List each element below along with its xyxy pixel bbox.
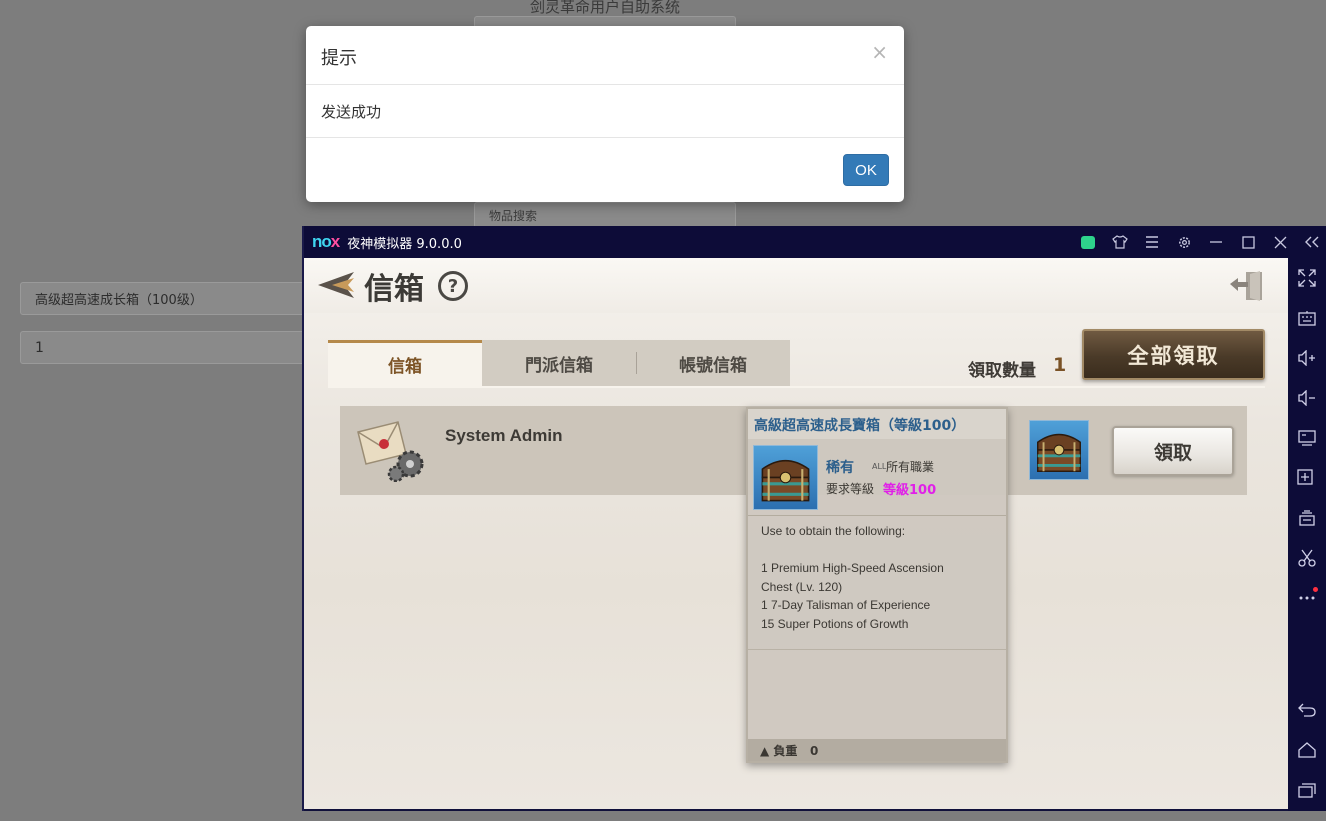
tooltip-desc-line: 1 Premium High-Speed Ascension — [761, 561, 944, 575]
alert-modal: 提示 × 发送成功 OK — [306, 26, 904, 202]
emulator-titlebar: nox 夜神模拟器 9.0.0.0 — [304, 226, 1326, 258]
collapse-sidebar-icon[interactable] — [1296, 226, 1326, 258]
tooltip-item-name: 高級超高速成長寶箱（等級100） — [754, 418, 966, 434]
claim-all-button[interactable]: 全部領取 — [1082, 329, 1265, 380]
tooltip-weight: ▲ 負重 0 — [760, 742, 818, 759]
tooltip-req-label: 要求等級 — [826, 482, 875, 496]
exit-icon[interactable] — [1228, 270, 1264, 302]
modal-title: 提示 — [321, 48, 357, 69]
mailbox-title: 信箱 — [364, 272, 424, 307]
tab-mailbox[interactable]: 信箱 — [328, 340, 482, 386]
apk-install-icon[interactable] — [1288, 464, 1326, 492]
tooltip-desc-line: Use to obtain the following: — [761, 524, 906, 538]
recent-apps-icon[interactable] — [1288, 776, 1326, 804]
skin-icon[interactable] — [1104, 226, 1136, 258]
page-title: 剑灵革命用户自助系统 — [529, 0, 680, 16]
tab-underline — [328, 386, 1265, 388]
maximize-icon[interactable] — [1232, 226, 1264, 258]
modal-header: 提示 × — [306, 26, 904, 85]
nox-logo: nox — [312, 232, 340, 251]
tooltip-desc-line: 1 7-Day Talisman of Experience — [761, 598, 931, 612]
emulator-sidebar — [1288, 258, 1326, 811]
app-store-icon[interactable] — [1072, 226, 1104, 258]
help-icon[interactable]: ? — [438, 271, 468, 301]
mail-envelope-gear-icon — [357, 421, 424, 482]
tooltip-rarity: 稀有 — [826, 460, 854, 476]
emulator-window: nox 夜神模拟器 9.0.0.0 信箱 ? 信箱 門派信箱 帳號信箱 領取數量… — [302, 226, 1326, 811]
minimize-icon[interactable] — [1200, 226, 1232, 258]
tooltip-desc-line — [761, 541, 997, 560]
mailbox-header: 信箱 ? — [304, 258, 1288, 313]
mail-sender: System Admin — [445, 426, 563, 445]
weight-value: 0 — [809, 744, 819, 758]
keyboard-icon[interactable] — [1288, 304, 1326, 332]
tooltip-divider — [748, 515, 1006, 516]
tooltip-desc-line: Chest (Lv. 120) — [761, 579, 843, 594]
claim-button[interactable]: 領取 — [1112, 426, 1234, 476]
tooltip-desc-line: 15 Super Potions of Growth — [761, 616, 909, 631]
volume-up-icon[interactable] — [1288, 344, 1326, 372]
mail-tabs: 信箱 門派信箱 帳號信箱 領取數量 1 全部領取 — [328, 329, 1265, 386]
back-icon[interactable] — [1288, 696, 1326, 724]
close-window-icon[interactable] — [1264, 226, 1296, 258]
claim-count-value: 1 — [1053, 354, 1067, 376]
modal-message: 发送成功 — [306, 85, 904, 138]
tab-divider — [636, 352, 637, 374]
emulator-title: 夜神模拟器 9.0.0.0 — [347, 236, 462, 252]
modal-footer: OK — [306, 138, 904, 202]
item-select[interactable]: 高级超高速成长箱（100级） — [20, 282, 320, 315]
menu-icon[interactable] — [1136, 226, 1168, 258]
item-tooltip: 高級超高速成長寶箱（等級100） 稀有 ALL 所有職業 要求等級 等級100 … — [746, 407, 1008, 763]
multi-instance-icon[interactable] — [1288, 504, 1326, 532]
fullscreen-icon[interactable] — [1288, 264, 1326, 292]
quantity-input[interactable]: 1 — [20, 331, 320, 364]
tooltip-footer: ▲ 負重 0 — [748, 739, 1006, 761]
item-search-input[interactable]: 物品搜索 — [474, 202, 736, 228]
ok-button[interactable]: OK — [843, 154, 889, 186]
close-icon[interactable]: × — [871, 40, 888, 64]
claim-count-label: 領取數量 — [968, 361, 1036, 381]
game-screen: 信箱 ? 信箱 門派信箱 帳號信箱 領取數量 1 全部領取 System Adm… — [304, 258, 1288, 809]
tooltip-chest-icon — [753, 445, 818, 510]
weight-label: 負重 — [773, 744, 798, 758]
tooltip-description: Use to obtain the following: 1 Premium H… — [761, 522, 997, 633]
volume-down-icon[interactable] — [1288, 384, 1326, 412]
notification-dot — [1313, 587, 1318, 592]
back-arrow-icon[interactable] — [314, 270, 356, 300]
tab-account-mailbox[interactable]: 帳號信箱 — [636, 340, 790, 386]
tooltip-divider — [748, 649, 1006, 650]
more-icon[interactable] — [1288, 584, 1326, 612]
scissors-icon[interactable] — [1288, 544, 1326, 572]
tooltip-header: 高級超高速成長寶箱（等級100） — [748, 409, 1006, 439]
tooltip-all-tag: ALL — [872, 462, 887, 471]
weight-icon: ▲ — [760, 744, 770, 758]
chest-item-icon[interactable] — [1029, 420, 1089, 480]
tab-sect-mailbox[interactable]: 門派信箱 — [482, 340, 636, 386]
tooltip-req-level: 等級100 — [883, 483, 937, 498]
screen-icon[interactable] — [1288, 424, 1326, 452]
home-icon[interactable] — [1288, 736, 1326, 764]
settings-gear-icon[interactable] — [1168, 226, 1200, 258]
tooltip-class: 所有職業 — [886, 460, 935, 474]
